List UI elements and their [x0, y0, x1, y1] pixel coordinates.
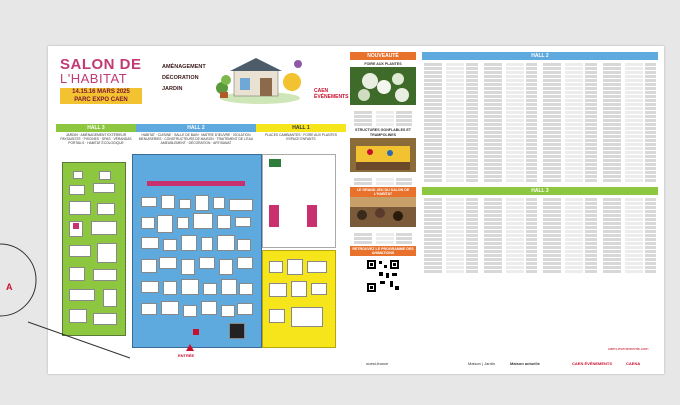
grand-jeu-banner: LE GRAND JEU DU SALON DE L'HABITAT	[350, 187, 416, 197]
entrance-arrow-icon	[186, 344, 194, 351]
gonflables-title: STRUCTURES GONFLABLES ET TRAMPOLINES	[355, 128, 411, 137]
event-dates: 14.15.16 MARS 2025	[60, 88, 142, 96]
partner-caen-evenements: CAEN ÉVÉNEMENTS	[572, 361, 613, 366]
hall-1-description: PLACES CAMBIANTES · FOIRE AUX PLANTES ESP…	[265, 133, 337, 141]
plants-text	[350, 111, 416, 126]
hall-1-lower-zone	[262, 250, 336, 348]
list-hall-3-header: HALL 3	[422, 187, 658, 195]
theme-amenagement: AMÉNAGEMENT	[162, 64, 206, 70]
partner-ouest-france: ouest-france	[366, 361, 389, 366]
pointer-callout: A	[0, 243, 131, 359]
entrance-label: ENTRÉE	[178, 353, 195, 358]
hall-2-list-col-2	[482, 62, 540, 183]
hall-2-list-col-1	[422, 62, 480, 183]
theme-jardin: JARDIN	[162, 86, 183, 92]
trampoline-text	[350, 178, 416, 185]
partner-maison-jardin: Maison | Jardin	[468, 361, 496, 366]
svg-text:A: A	[6, 282, 13, 292]
hall-2-zone	[132, 154, 262, 348]
theme-list: AMÉNAGEMENT DÉCORATION JARDIN	[162, 62, 206, 95]
trampoline-photo	[350, 138, 416, 172]
programme-banner: RETROUVEZ LE PROGRAMME DES ANIMATIONS	[350, 246, 416, 256]
hall-3-list-col-4	[601, 197, 659, 274]
plants-photo	[350, 67, 416, 105]
hall-2-header: HALL 2	[136, 124, 256, 132]
exhibitor-lists: HALL 2 HALL 3	[422, 52, 658, 274]
crowd-photo	[350, 197, 416, 227]
partner-caena: CAENA	[626, 361, 641, 366]
hall-3-list-col-2	[482, 197, 540, 274]
theme-decoration: DÉCORATION	[162, 75, 199, 81]
exhibition-plan-sheet: SALON DE L'HABITAT 14.15.16 MARS 2025 PA…	[48, 46, 664, 374]
caen-evenements-logo: CAEN ÉVÉNEMENTS	[314, 88, 349, 100]
jeu-text	[350, 233, 416, 244]
hall-3-list-col-1	[422, 197, 480, 274]
house-illustration	[212, 52, 308, 106]
nouveaute-header: NOUVEAUTÉ	[350, 52, 416, 60]
qr-code-icon	[366, 259, 400, 293]
title-line-2: L'HABITAT	[60, 71, 128, 86]
list-hall-2-header: HALL 2	[422, 52, 658, 60]
hall-1-header: HALL 1	[256, 124, 346, 132]
hall-3-list-col-3	[541, 197, 599, 274]
event-venue: PARC EXPO CAEN	[60, 96, 142, 104]
hall-3-header: HALL 3	[56, 124, 136, 132]
partner-maison-actuelle: Maison actuelle	[510, 361, 540, 366]
hall-1-upper-zone	[262, 154, 336, 248]
website-url: caen-evenements.com	[608, 346, 649, 351]
header-banner: SALON DE L'HABITAT 14.15.16 MARS 2025 PA…	[52, 50, 348, 110]
center-column: NOUVEAUTÉ FOIRE AUX PLANTES STRUCTURES G…	[350, 52, 416, 293]
hall-2-list-col-4	[601, 62, 659, 183]
hall-2-list-col-3	[541, 62, 599, 183]
hall-2-description: HABITAT · CUISINE · SALLE DE BAIN · MAÎT…	[138, 133, 254, 145]
hall-3-description: JARDIN · AMÉNAGEMENT EXTÉRIEUR PAYSAGISTE…	[60, 133, 132, 145]
